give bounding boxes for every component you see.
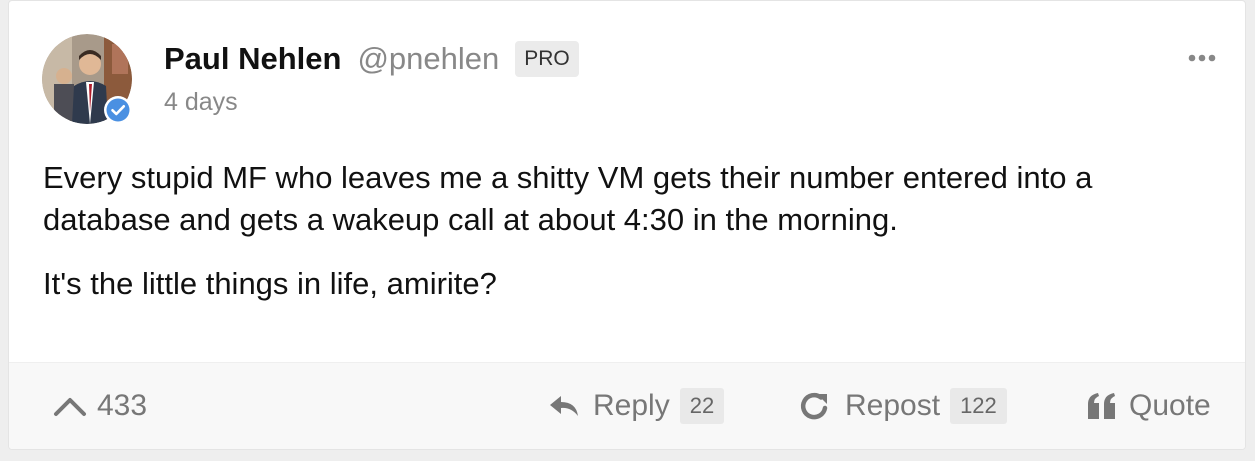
repost-count-badge: 122 xyxy=(950,388,1007,424)
author-handle[interactable]: @pnehlen xyxy=(357,41,499,77)
repost-icon xyxy=(800,392,828,420)
verified-check-icon xyxy=(104,96,132,124)
repost-label: Repost xyxy=(845,389,941,422)
reply-label: Reply xyxy=(593,389,670,422)
pro-badge: PRO xyxy=(515,41,579,77)
quote-icon xyxy=(1088,393,1115,419)
repost-button[interactable]: Repost 122 xyxy=(799,363,1007,449)
post-paragraph-2: It's the little things in life, amirite? xyxy=(43,266,497,301)
reply-count-badge: 22 xyxy=(679,388,725,424)
chevron-up-icon xyxy=(54,398,86,416)
reply-arrow-icon xyxy=(550,396,578,416)
more-dots-icon[interactable] xyxy=(1184,47,1220,69)
upvote-count: 433 xyxy=(97,389,148,422)
post-actions-bar: 433 Reply 22 Repost 122 Quote xyxy=(9,362,1245,449)
post-timestamp[interactable]: 4 days xyxy=(164,88,238,117)
post-paragraph-1: Every stupid MF who leaves me a shitty V… xyxy=(43,160,1093,237)
author-name[interactable]: Paul Nehlen xyxy=(164,41,341,77)
upvote-button[interactable]: 433 xyxy=(53,363,147,449)
avatar[interactable] xyxy=(42,34,132,124)
quote-button[interactable]: Quote xyxy=(1087,363,1211,449)
quote-label: Quote xyxy=(1129,389,1211,422)
post-body: Every stupid MF who leaves me a shitty V… xyxy=(43,157,1213,327)
post-card: Paul Nehlen @pnehlen PRO 4 days Every st… xyxy=(8,0,1246,450)
reply-button[interactable]: Reply 22 xyxy=(549,363,725,449)
author-row: Paul Nehlen @pnehlen PRO xyxy=(164,39,579,79)
